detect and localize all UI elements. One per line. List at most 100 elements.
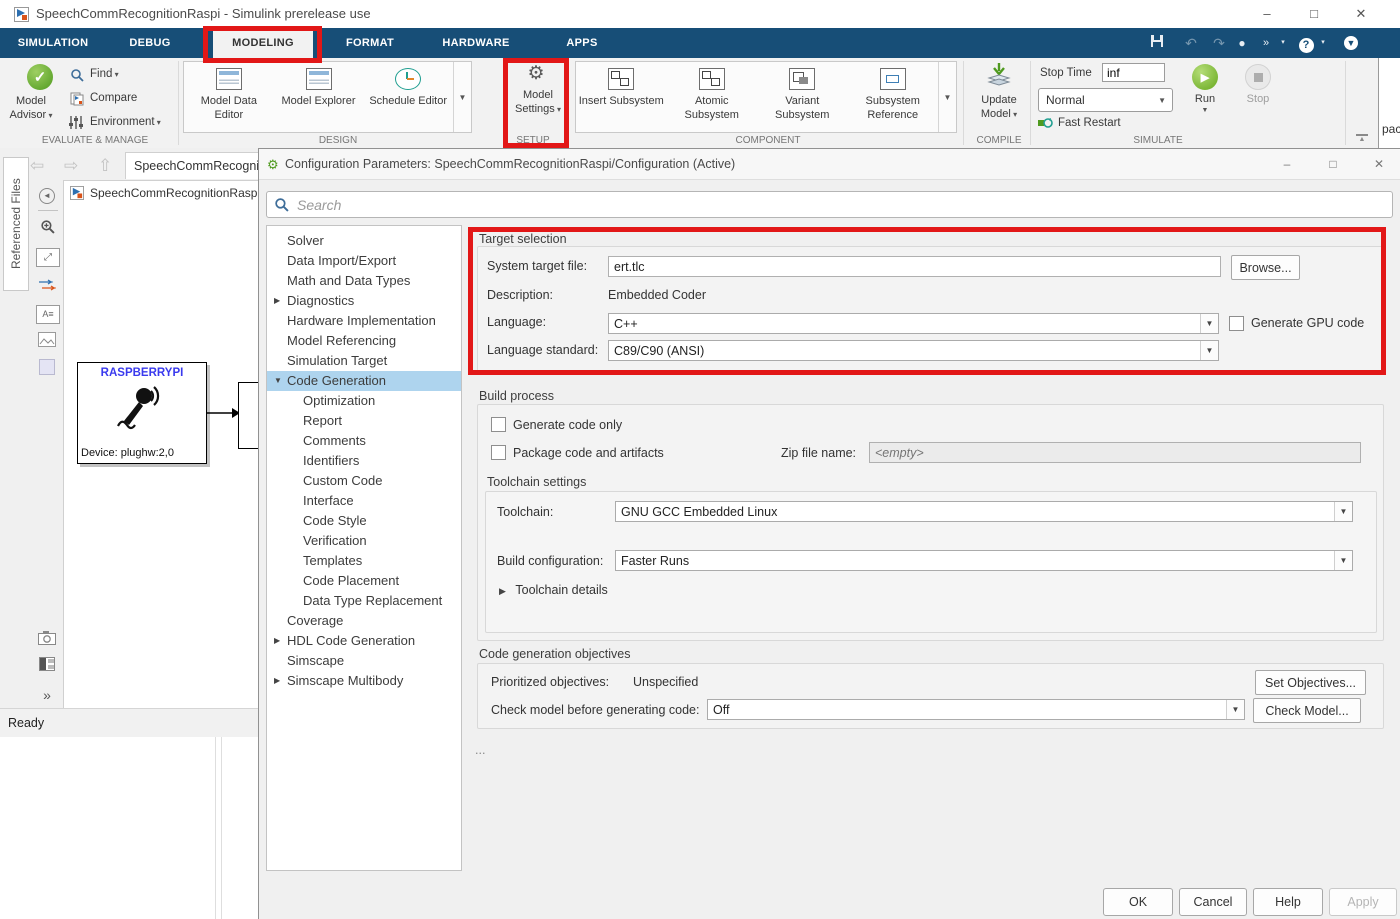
back-icon[interactable]: ⇦ — [30, 156, 44, 176]
tree-item-data-import-export[interactable]: Data Import/Export — [267, 251, 461, 271]
model-settings-button[interactable]: ⚙ Model Settings — [508, 62, 564, 117]
save-icon[interactable] — [1146, 33, 1168, 53]
annotation-icon[interactable]: A≡ — [36, 305, 60, 324]
help-icon[interactable]: ? — [1297, 33, 1315, 53]
check-model-select[interactable]: Off ▼ — [707, 699, 1245, 720]
undo-icon[interactable]: ↶ — [1180, 33, 1202, 53]
build-configuration-select[interactable]: Faster Runs ▼ — [615, 550, 1353, 571]
model-advisor-button[interactable]: ✓ Model Advisor — [18, 64, 62, 123]
tree-item-comments[interactable]: Comments — [267, 431, 461, 451]
package-code-checkbox[interactable] — [491, 445, 506, 460]
cancel-button[interactable]: Cancel — [1179, 888, 1247, 916]
tree-item-math-and-data-types[interactable]: Math and Data Types — [267, 271, 461, 291]
update-model-button[interactable]: Update Model — [970, 62, 1028, 122]
camera-icon[interactable] — [36, 631, 58, 651]
tab-apps[interactable]: APPS — [558, 28, 606, 58]
area-icon[interactable] — [36, 359, 58, 379]
compare-label[interactable]: Compare — [90, 92, 137, 104]
tree-item-coverage[interactable]: Coverage — [267, 611, 461, 631]
breadcrumb[interactable]: SpeechCommRecognitio — [125, 152, 260, 179]
tree-item-simscape[interactable]: Simscape — [267, 651, 461, 671]
shortcuts-icon[interactable]: » — [1255, 33, 1277, 53]
tree-item-code-style[interactable]: Code Style — [267, 511, 461, 531]
zoom-icon[interactable] — [36, 219, 58, 239]
redo-icon[interactable]: ↷ — [1208, 33, 1230, 53]
expand-strip-icon[interactable]: » — [36, 685, 58, 705]
dialog-minimize-button[interactable]: – — [1273, 152, 1301, 176]
tree-item-diagnostics[interactable]: ▶Diagnostics — [267, 291, 461, 311]
design-gallery-caret-icon[interactable]: ▼ — [453, 62, 471, 132]
tree-item-code-generation[interactable]: ▼Code Generation — [267, 371, 461, 391]
tree-item-hardware-implementation[interactable]: Hardware Implementation — [267, 311, 461, 331]
tree-item-data-type-replacement[interactable]: Data Type Replacement — [267, 591, 461, 611]
close-button[interactable]: ✕ — [1346, 2, 1376, 26]
toolchain-select[interactable]: GNU GCC Embedded Linux ▼ — [615, 501, 1353, 522]
ribbon-item-model-explorer[interactable]: Model Explorer — [274, 62, 364, 132]
fast-restart-toggle[interactable] — [1038, 116, 1053, 134]
set-objectives-button[interactable]: Set Objectives... — [1255, 670, 1366, 695]
browse-button[interactable]: Browse... — [1231, 255, 1300, 280]
tree-item-solver[interactable]: Solver — [267, 231, 461, 251]
system-target-file-input[interactable] — [608, 256, 1221, 277]
maximize-button[interactable]: □ — [1299, 2, 1329, 26]
language-standard-select[interactable]: C89/C90 (ANSI) ▼ — [608, 340, 1219, 361]
stop-button[interactable]: Stop — [1238, 64, 1278, 106]
tab-debug[interactable]: DEBUG — [118, 28, 182, 58]
help-caret-icon[interactable]: ▾ — [1317, 33, 1329, 53]
compare-button[interactable] — [70, 92, 84, 111]
generate-code-only-checkbox[interactable] — [491, 417, 506, 432]
minimize-button[interactable]: – — [1252, 2, 1282, 26]
tree-item-simscape-multibody[interactable]: ▶Simscape Multibody — [267, 671, 461, 691]
ribbon-item-model-data-editor[interactable]: Model Data Editor — [184, 62, 274, 132]
fast-restart-label[interactable]: Fast Restart — [1058, 117, 1121, 129]
generate-gpu-checkbox[interactable] — [1229, 316, 1244, 331]
tab-hardware[interactable]: HARDWARE — [436, 28, 516, 58]
tree-item-templates[interactable]: Templates — [267, 551, 461, 571]
component-gallery-caret-icon[interactable]: ▼ — [938, 62, 956, 132]
tab-simulation[interactable]: SIMULATION — [8, 28, 98, 58]
expander-icon[interactable]: ▶ — [274, 631, 280, 651]
tree-item-hdl-code-generation[interactable]: ▶HDL Code Generation — [267, 631, 461, 651]
expander-icon[interactable]: ▶ — [274, 291, 280, 311]
expander-icon[interactable]: ▶ — [274, 671, 280, 691]
ok-button[interactable]: OK — [1103, 888, 1173, 916]
fit-to-view-icon[interactable]: ⤢ — [36, 248, 60, 267]
apply-button[interactable]: Apply — [1329, 888, 1397, 916]
run-button[interactable]: ▶ Run ▼ — [1185, 64, 1225, 114]
stop-time-input[interactable] — [1102, 63, 1165, 82]
ribbon-item-variant-subsystem[interactable]: Variant Subsystem — [757, 62, 848, 132]
hide-panel-icon[interactable]: ◄ — [36, 184, 58, 204]
tree-item-report[interactable]: Report — [267, 411, 461, 431]
forward-icon[interactable]: ⇨ — [64, 156, 78, 176]
model-tab[interactable]: SpeechCommRecognitionRaspi — [63, 180, 260, 206]
audio-capture-block[interactable]: RASPBERRYPI Device: plughw:2,0 — [77, 362, 207, 464]
up-icon[interactable]: ⇧ — [98, 156, 112, 176]
search-box[interactable] — [266, 191, 1393, 218]
tree-item-code-placement[interactable]: Code Placement — [267, 571, 461, 591]
sim-mode-select[interactable]: Normal ▼ — [1038, 88, 1173, 112]
environment-button[interactable] — [68, 115, 83, 135]
run-caret-icon[interactable]: ▼ — [1185, 107, 1225, 114]
expander-icon[interactable]: ▼ — [274, 371, 282, 391]
ribbon-item-insert-subsystem[interactable]: Insert Subsystem — [576, 62, 667, 132]
tab-modeling[interactable]: MODELING — [213, 28, 313, 58]
tree-item-model-referencing[interactable]: Model Referencing — [267, 331, 461, 351]
tree-item-custom-code[interactable]: Custom Code — [267, 471, 461, 491]
zip-file-name-input[interactable] — [869, 442, 1361, 463]
signal-lines-icon[interactable] — [36, 277, 58, 297]
tab-format[interactable]: FORMAT — [338, 28, 402, 58]
dialog-close-button[interactable]: ✕ — [1365, 152, 1393, 176]
tree-item-interface[interactable]: Interface — [267, 491, 461, 511]
record-icon[interactable]: ● — [1233, 33, 1251, 53]
toolchain-details-expander[interactable]: ▶ Toolchain details — [499, 581, 608, 599]
check-model-button[interactable]: Check Model... — [1253, 698, 1361, 723]
collapse-ribbon-icon[interactable]: ▲ — [1356, 134, 1368, 143]
language-select[interactable]: C++ ▼ — [608, 313, 1219, 334]
account-icon[interactable]: ▼ — [1342, 33, 1360, 53]
referenced-files-tab[interactable]: Referenced Files — [3, 157, 29, 291]
ribbon-item-subsystem-reference[interactable]: Subsystem Reference — [848, 62, 939, 132]
layout-icon[interactable] — [36, 657, 58, 677]
ribbon-item-atomic-subsystem[interactable]: Atomic Subsystem — [667, 62, 758, 132]
search-input[interactable] — [295, 193, 1379, 216]
image-icon[interactable] — [36, 332, 58, 352]
